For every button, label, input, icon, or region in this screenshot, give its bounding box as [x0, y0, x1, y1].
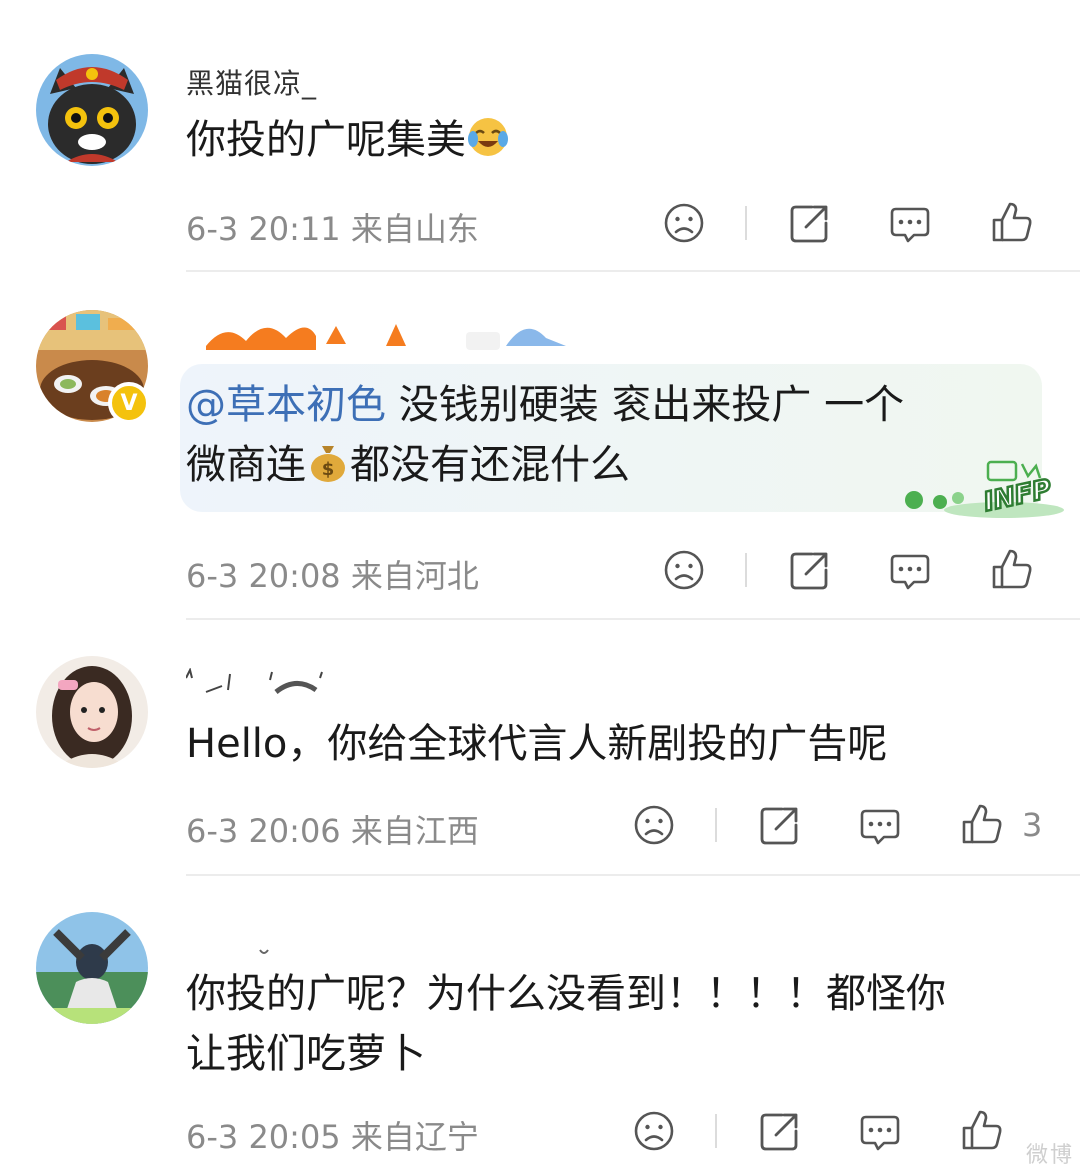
comment-text-line2-b: 都没有还混什么 [350, 442, 630, 488]
comment-time: 6-3 20:06 [186, 812, 341, 850]
avatar[interactable] [36, 912, 148, 1024]
comment-meta: 6-3 20:05 来自辽宁 [186, 1112, 479, 1158]
like-icon[interactable] [960, 802, 1004, 846]
comment-text-line2: 让我们吃萝卜 [186, 1031, 426, 1077]
share-icon[interactable] [758, 1109, 802, 1153]
avatar[interactable] [36, 656, 148, 768]
comment-location: 来自辽宁 [350, 1118, 479, 1156]
comment-location: 来自江西 [350, 812, 479, 850]
comment-location: 来自山东 [350, 210, 479, 248]
like-icon[interactable] [990, 200, 1034, 244]
like-icon[interactable] [990, 547, 1034, 591]
username-obscured [259, 949, 269, 954]
comment-meta: 6-3 20:11 来自山东 [186, 204, 479, 250]
verified-badge-icon: V [108, 382, 150, 424]
mention-link[interactable]: @草本初色 [186, 382, 386, 428]
reply-icon[interactable] [888, 548, 932, 592]
share-icon[interactable] [758, 803, 802, 847]
share-icon[interactable] [788, 201, 832, 245]
comment-text-line1: 你投的广呢？为什么没看到！！！！都怪你 [186, 971, 946, 1017]
comment-time: 6-3 20:11 [186, 210, 341, 248]
dislike-icon[interactable] [662, 201, 706, 245]
comment-text: 你投的广呢？为什么没看到！！！！都怪你 让我们吃萝卜 [186, 964, 1046, 1084]
like-count: 3 [1022, 806, 1043, 844]
watermark: 微博 [1025, 1143, 1074, 1168]
girl-avatar-image [36, 656, 148, 768]
cat-avatar-image [36, 54, 148, 166]
username[interactable]: 黑猫很凉_ [186, 62, 317, 102]
reply-icon[interactable] [888, 201, 932, 245]
comment-location: 来自河北 [350, 557, 479, 595]
dislike-icon[interactable] [632, 803, 676, 847]
action-separator [745, 553, 747, 587]
username-decorated[interactable] [185, 667, 346, 705]
comment-meta: 6-3 20:08 来自河北 [186, 551, 479, 597]
username-decorated[interactable] [186, 306, 586, 363]
comment-divider [186, 270, 1080, 272]
action-separator [745, 206, 747, 240]
svg-text:$: $ [322, 459, 335, 480]
comment-divider [186, 618, 1080, 620]
like-icon[interactable] [960, 1108, 1004, 1152]
comment-text-line2-a: 微商连 [186, 442, 306, 488]
reply-icon[interactable] [858, 1109, 902, 1153]
comment-time: 6-3 20:08 [186, 557, 341, 595]
comment-time: 6-3 20:05 [186, 1118, 341, 1156]
comment-divider [186, 874, 1080, 876]
crying-laugh-emoji-icon [466, 115, 510, 176]
infp-sticker: INFP [900, 458, 1068, 528]
dislike-icon[interactable] [632, 1109, 676, 1153]
dislike-icon[interactable] [662, 548, 706, 592]
username-obscured [185, 667, 323, 695]
share-icon[interactable] [788, 548, 832, 592]
action-separator [715, 808, 717, 842]
reply-icon[interactable] [858, 803, 902, 847]
comment-meta: 6-3 20:06 来自江西 [186, 806, 479, 852]
avatar[interactable] [36, 54, 148, 166]
action-separator [715, 1114, 717, 1148]
money-bag-emoji-icon: $ [306, 440, 350, 501]
comment-text: 你投的广呢集美 [186, 110, 1046, 176]
comment-text-content: 你投的广呢集美 [186, 117, 466, 163]
comment-text: Hello，你给全球代言人新剧投的广告呢 [186, 721, 888, 767]
username-flame-decoration [206, 324, 566, 350]
man-avatar-image [36, 912, 148, 1024]
comment-text-line1: 没钱别硬装 衮出来投广 一个 [386, 382, 905, 428]
